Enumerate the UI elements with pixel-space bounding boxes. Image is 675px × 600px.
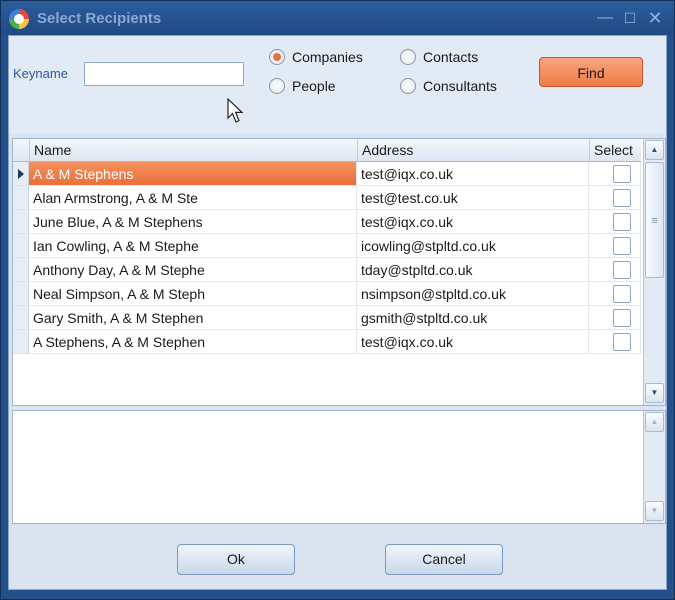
cell-address[interactable]: test@iqx.co.uk	[357, 330, 589, 354]
message-vertical-scrollbar[interactable]: ▲ ▼	[643, 411, 665, 523]
app-logo-icon	[9, 9, 29, 29]
select-checkbox[interactable]	[613, 333, 631, 351]
scroll-thumb[interactable]: ≡	[645, 162, 664, 278]
cell-name[interactable]: Neal Simpson, A & M Steph	[29, 282, 357, 306]
radio-companies-dot[interactable]	[269, 49, 285, 65]
select-recipients-window: Select Recipients — ☐ ✕ Keyname Companie…	[0, 0, 675, 600]
select-checkbox[interactable]	[613, 237, 631, 255]
cancel-button[interactable]: Cancel	[385, 544, 503, 575]
maximize-icon[interactable]: ☐	[620, 7, 640, 29]
cell-name[interactable]: Anthony Day, A & M Stephe	[29, 258, 357, 282]
cell-name[interactable]: Gary Smith, A & M Stephen	[29, 306, 357, 330]
window-title: Select Recipients	[37, 10, 162, 27]
header-address[interactable]: Address	[357, 139, 589, 161]
row-indicator	[13, 234, 29, 258]
table-row[interactable]: Alan Armstrong, A & M Ste test@test.co.u…	[13, 186, 641, 210]
table-row[interactable]: A & M Stephens test@iqx.co.uk	[13, 162, 641, 186]
dialog-content: Keyname Companies People Contacts Consul…	[8, 35, 667, 590]
radio-companies[interactable]: Companies	[269, 49, 363, 65]
header-name[interactable]: Name	[29, 139, 357, 161]
find-button[interactable]: Find	[539, 57, 643, 87]
select-checkbox[interactable]	[613, 285, 631, 303]
grid-vertical-scrollbar[interactable]: ▲ ≡ ▼	[643, 139, 665, 405]
cell-name[interactable]: A & M Stephens	[29, 162, 357, 186]
radio-people-dot[interactable]	[269, 78, 285, 94]
minimize-icon[interactable]: —	[595, 7, 615, 29]
scroll-down-icon[interactable]: ▼	[645, 383, 664, 403]
radio-consultants-label: Consultants	[423, 78, 497, 94]
row-indicator	[13, 330, 29, 354]
cell-address[interactable]: tday@stpltd.co.uk	[357, 258, 589, 282]
radio-contacts-label: Contacts	[423, 49, 479, 65]
header-corner	[13, 139, 29, 161]
cell-address[interactable]: test@test.co.uk	[357, 186, 589, 210]
cell-name[interactable]: June Blue, A & M Stephens	[29, 210, 357, 234]
table-row[interactable]: A Stephens, A & M Stephen test@iqx.co.uk	[13, 330, 641, 354]
recipients-grid: Name Address Select A & M Stephens test@…	[12, 138, 666, 406]
cell-address[interactable]: test@iqx.co.uk	[357, 162, 589, 186]
radio-contacts-dot[interactable]	[400, 49, 416, 65]
select-checkbox[interactable]	[613, 165, 631, 183]
scroll-down-icon[interactable]: ▼	[645, 501, 664, 521]
select-checkbox[interactable]	[613, 213, 631, 231]
close-icon[interactable]: ✕	[645, 7, 665, 29]
cell-address[interactable]: gsmith@stpltd.co.uk	[357, 306, 589, 330]
radio-consultants[interactable]: Consultants	[400, 78, 497, 94]
cell-name[interactable]: A Stephens, A & M Stephen	[29, 330, 357, 354]
table-row[interactable]: June Blue, A & M Stephens test@iqx.co.uk	[13, 210, 641, 234]
scroll-up-icon[interactable]: ▲	[645, 412, 664, 432]
keyname-label: Keyname	[13, 66, 68, 81]
cell-address[interactable]: icowling@stpltd.co.uk	[357, 234, 589, 258]
table-row[interactable]: Neal Simpson, A & M Steph nsimpson@stplt…	[13, 282, 641, 306]
keyname-input[interactable]	[84, 62, 244, 86]
cell-name[interactable]: Alan Armstrong, A & M Ste	[29, 186, 357, 210]
radio-contacts[interactable]: Contacts	[400, 49, 478, 65]
cell-name[interactable]: Ian Cowling, A & M Stephe	[29, 234, 357, 258]
row-indicator	[13, 186, 29, 210]
row-indicator	[13, 258, 29, 282]
cell-address[interactable]: nsimpson@stpltd.co.uk	[357, 282, 589, 306]
row-indicator	[13, 162, 29, 186]
table-row[interactable]: Anthony Day, A & M Stephe tday@stpltd.co…	[13, 258, 641, 282]
row-indicator	[13, 282, 29, 306]
radio-companies-label: Companies	[292, 49, 363, 65]
scroll-up-icon[interactable]: ▲	[645, 140, 664, 160]
grid-header: Name Address Select	[13, 139, 641, 162]
radio-people-label: People	[292, 78, 336, 94]
table-row[interactable]: Ian Cowling, A & M Stephe icowling@stplt…	[13, 234, 641, 258]
row-indicator	[13, 210, 29, 234]
ok-button[interactable]: Ok	[177, 544, 295, 575]
radio-consultants-dot[interactable]	[400, 78, 416, 94]
header-select[interactable]: Select	[589, 139, 641, 161]
title-bar[interactable]: Select Recipients — ☐ ✕	[1, 1, 674, 35]
select-checkbox[interactable]	[613, 261, 631, 279]
select-checkbox[interactable]	[613, 309, 631, 327]
message-area[interactable]: ▲ ▼	[12, 410, 666, 524]
select-checkbox[interactable]	[613, 189, 631, 207]
cell-address[interactable]: test@iqx.co.uk	[357, 210, 589, 234]
radio-people[interactable]: People	[269, 78, 336, 94]
search-panel: Keyname Companies People Contacts Consul…	[9, 36, 666, 134]
mouse-pointer-icon	[227, 98, 244, 123]
row-indicator	[13, 306, 29, 330]
table-row[interactable]: Gary Smith, A & M Stephen gsmith@stpltd.…	[13, 306, 641, 330]
current-row-arrow-icon	[18, 169, 24, 179]
